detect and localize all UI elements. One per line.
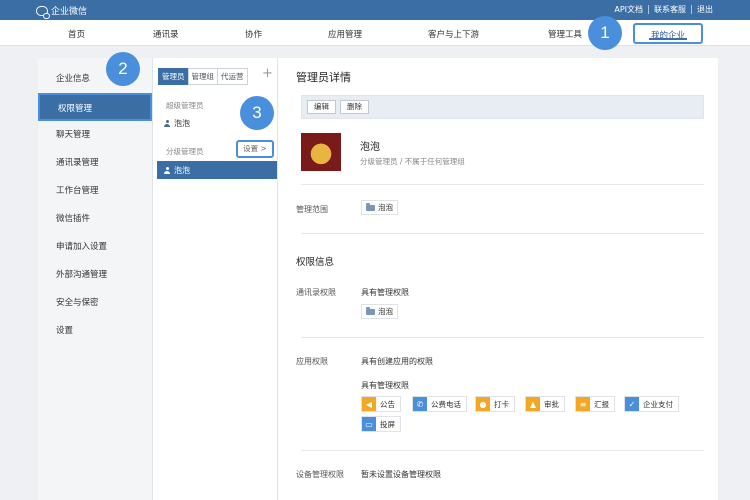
sidebar-item-wechat-plugin[interactable]: 微信插件 xyxy=(38,205,152,233)
main-nav: 首页 通讯录 协作 应用管理 客户与上下游 管理工具 我的企业 xyxy=(0,20,750,46)
super-admin-label: 超级管理员 xyxy=(166,101,204,110)
user-icon xyxy=(164,120,170,127)
device-permission-label: 设备管理权限 xyxy=(296,470,344,479)
top-links: API文档 联系客服 退出 xyxy=(609,5,718,14)
nav-collaboration[interactable]: 协作 xyxy=(245,28,262,40)
logout-link[interactable]: 退出 xyxy=(691,5,718,14)
selected-admin-row[interactable]: 泡泡 xyxy=(157,161,277,179)
admin-tabs: 管理员 管理组 代运营 xyxy=(158,68,248,85)
nav-management-tools[interactable]: 管理工具 xyxy=(548,28,582,40)
app-logo[interactable]: 企业微信 xyxy=(36,4,88,19)
app-permission-label: 应用权限 xyxy=(296,357,328,366)
scope-chip: 泡泡 xyxy=(361,200,398,215)
tab-admin-groups[interactable]: 管理组 xyxy=(187,68,218,85)
callout-1: 1 xyxy=(588,16,622,50)
detail-toolbar: 编辑 删除 xyxy=(301,95,704,119)
device-permission-value: 暂未设置设备管理权限 xyxy=(361,470,441,479)
sub-admin-member: 泡泡 xyxy=(174,166,190,175)
callout-3: 3 xyxy=(240,96,274,130)
admin-role: 分级管理员 / 不属于任何管理组 xyxy=(360,157,465,166)
settings-button[interactable]: 设置 > xyxy=(236,140,274,158)
sidebar-item-security[interactable]: 安全与保密 xyxy=(38,289,152,317)
add-admin-button[interactable]: + xyxy=(262,67,273,80)
app-chip-payment: ✓ 企业支付 xyxy=(624,396,679,412)
sidebar-item-external[interactable]: 外部沟通管理 xyxy=(38,261,152,289)
app-chip-checkin: ● 打卡 xyxy=(475,396,515,412)
sidebar-item-contacts[interactable]: 通讯录管理 xyxy=(38,149,152,177)
payment-icon: ✓ xyxy=(625,397,639,411)
avatar xyxy=(301,133,341,171)
top-bar: 企业微信 API文档 联系客服 退出 xyxy=(0,0,750,20)
approval-icon: ▲ xyxy=(526,397,540,411)
api-docs-link[interactable]: API文档 xyxy=(609,5,648,14)
admin-name: 泡泡 xyxy=(360,142,380,153)
sidebar-item-settings[interactable]: 设置 xyxy=(38,317,152,345)
chat-bubble-icon xyxy=(36,5,50,19)
nav-customers[interactable]: 客户与上下游 xyxy=(428,28,479,40)
super-admin-member[interactable]: 泡泡 xyxy=(164,118,190,129)
divider xyxy=(301,337,704,338)
nav-my-enterprise[interactable]: 我的企业 xyxy=(633,23,703,44)
scope-label: 管理范围 xyxy=(296,205,328,214)
app-name: 企业微信 xyxy=(51,7,88,17)
callout-2: 2 xyxy=(106,52,140,86)
report-icon: ≡ xyxy=(576,397,590,411)
divider xyxy=(301,184,704,185)
user-icon xyxy=(164,167,170,174)
sidebar-item-join-settings[interactable]: 申请加入设置 xyxy=(38,233,152,261)
contacts-scope-chip: 泡泡 xyxy=(361,304,398,319)
app-chip-screen-cast: ▭ 投屏 xyxy=(361,416,401,432)
sidebar-item-workbench[interactable]: 工作台管理 xyxy=(38,177,152,205)
app-manage-permission: 具有管理权限 xyxy=(361,381,409,390)
nav-contacts[interactable]: 通讯录 xyxy=(153,28,179,40)
edit-button[interactable]: 编辑 xyxy=(307,100,336,114)
divider xyxy=(301,450,704,451)
left-sidebar: 企业信息 权限管理 聊天管理 通讯录管理 工作台管理 微信插件 申请加入设置 外… xyxy=(38,58,153,500)
detail-title: 管理员详情 xyxy=(296,71,351,84)
delete-button[interactable]: 删除 xyxy=(340,100,369,114)
tab-admins[interactable]: 管理员 xyxy=(158,68,189,85)
screen-cast-icon: ▭ xyxy=(362,417,376,431)
app-chip-report: ≡ 汇报 xyxy=(575,396,615,412)
app-chip-approval: ▲ 审批 xyxy=(525,396,565,412)
contact-support-link[interactable]: 联系客服 xyxy=(648,5,691,14)
folder-icon xyxy=(366,306,375,315)
sidebar-item-permissions[interactable]: 权限管理 xyxy=(38,93,152,121)
folder-icon xyxy=(366,202,375,211)
app-chip-phone: ✆ 公费电话 xyxy=(412,396,467,412)
nav-app-management[interactable]: 应用管理 xyxy=(328,28,362,40)
phone-icon: ✆ xyxy=(413,397,427,411)
app-create-permission: 具有创建应用的权限 xyxy=(361,357,433,366)
contacts-permission-value: 具有管理权限 xyxy=(361,288,409,297)
nav-home[interactable]: 首页 xyxy=(68,28,85,40)
divider xyxy=(301,233,704,234)
tab-operators[interactable]: 代运营 xyxy=(217,68,248,85)
megaphone-icon: ◀ xyxy=(362,397,376,411)
app-chip-announcement: ◀ 公告 xyxy=(361,396,401,412)
permission-section-title: 权限信息 xyxy=(296,257,335,268)
content-card: 企业信息 权限管理 聊天管理 通讯录管理 工作台管理 微信插件 申请加入设置 外… xyxy=(38,58,718,500)
contacts-permission-label: 通讯录权限 xyxy=(296,288,336,297)
admin-detail-panel: 管理员详情 编辑 删除 泡泡 分级管理员 / 不属于任何管理组 管理范围 泡泡 … xyxy=(279,58,718,500)
sub-admin-label: 分级管理员 xyxy=(166,147,204,156)
sidebar-item-chat[interactable]: 聊天管理 xyxy=(38,121,152,149)
location-icon: ● xyxy=(476,397,490,411)
